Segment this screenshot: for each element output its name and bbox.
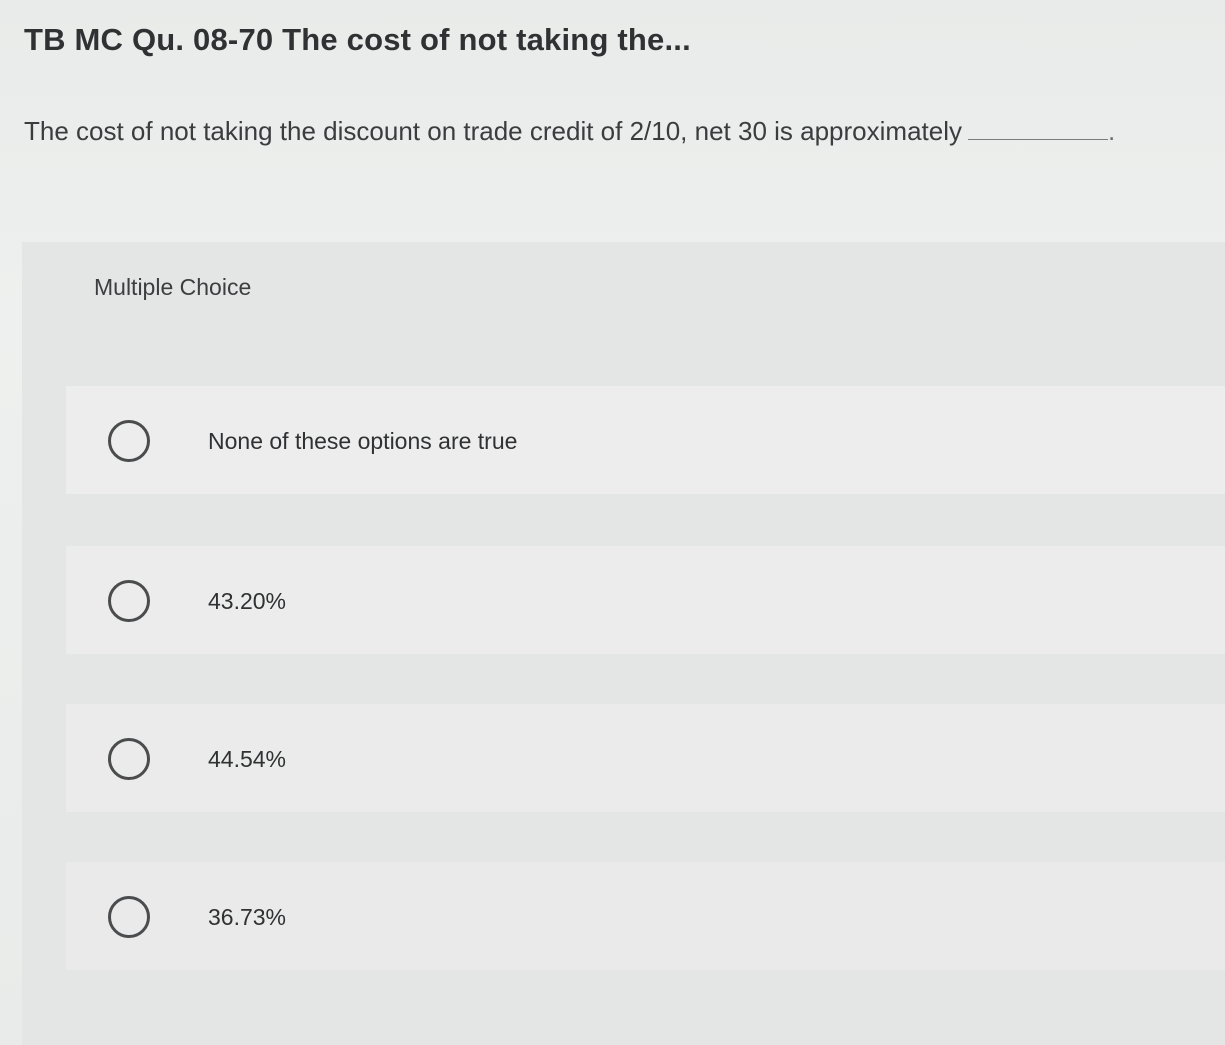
radio-unchecked-icon[interactable]	[108, 420, 150, 462]
choice-option-1[interactable]: None of these options are true	[66, 386, 1225, 494]
answer-blank	[968, 138, 1108, 140]
radio-unchecked-icon[interactable]	[108, 896, 150, 938]
question-prompt-text: The cost of not taking the discount on t…	[24, 116, 962, 146]
choice-label-4: 36.73%	[208, 904, 287, 930]
choice-option-4[interactable]: 36.73%	[66, 862, 1225, 970]
question-prompt: The cost of not taking the discount on t…	[24, 116, 1115, 147]
question-prompt-end: .	[1108, 116, 1116, 146]
choice-label-3: 44.54%	[208, 746, 287, 772]
radio-unchecked-icon[interactable]	[108, 580, 150, 622]
question-title: TB MC Qu. 08-70 The cost of not taking t…	[24, 22, 691, 57]
choice-option-3[interactable]: 44.54%	[66, 704, 1225, 812]
radio-unchecked-icon[interactable]	[108, 738, 150, 780]
choice-option-2[interactable]: 43.20%	[66, 546, 1225, 654]
choice-label-1: None of these options are true	[208, 428, 518, 454]
quiz-page: TB MC Qu. 08-70 The cost of not taking t…	[0, 0, 1225, 1045]
multiple-choice-panel: Multiple Choice None of these options ar…	[22, 242, 1225, 1045]
choice-label-2: 43.20%	[208, 588, 287, 614]
multiple-choice-header: Multiple Choice	[94, 274, 252, 300]
